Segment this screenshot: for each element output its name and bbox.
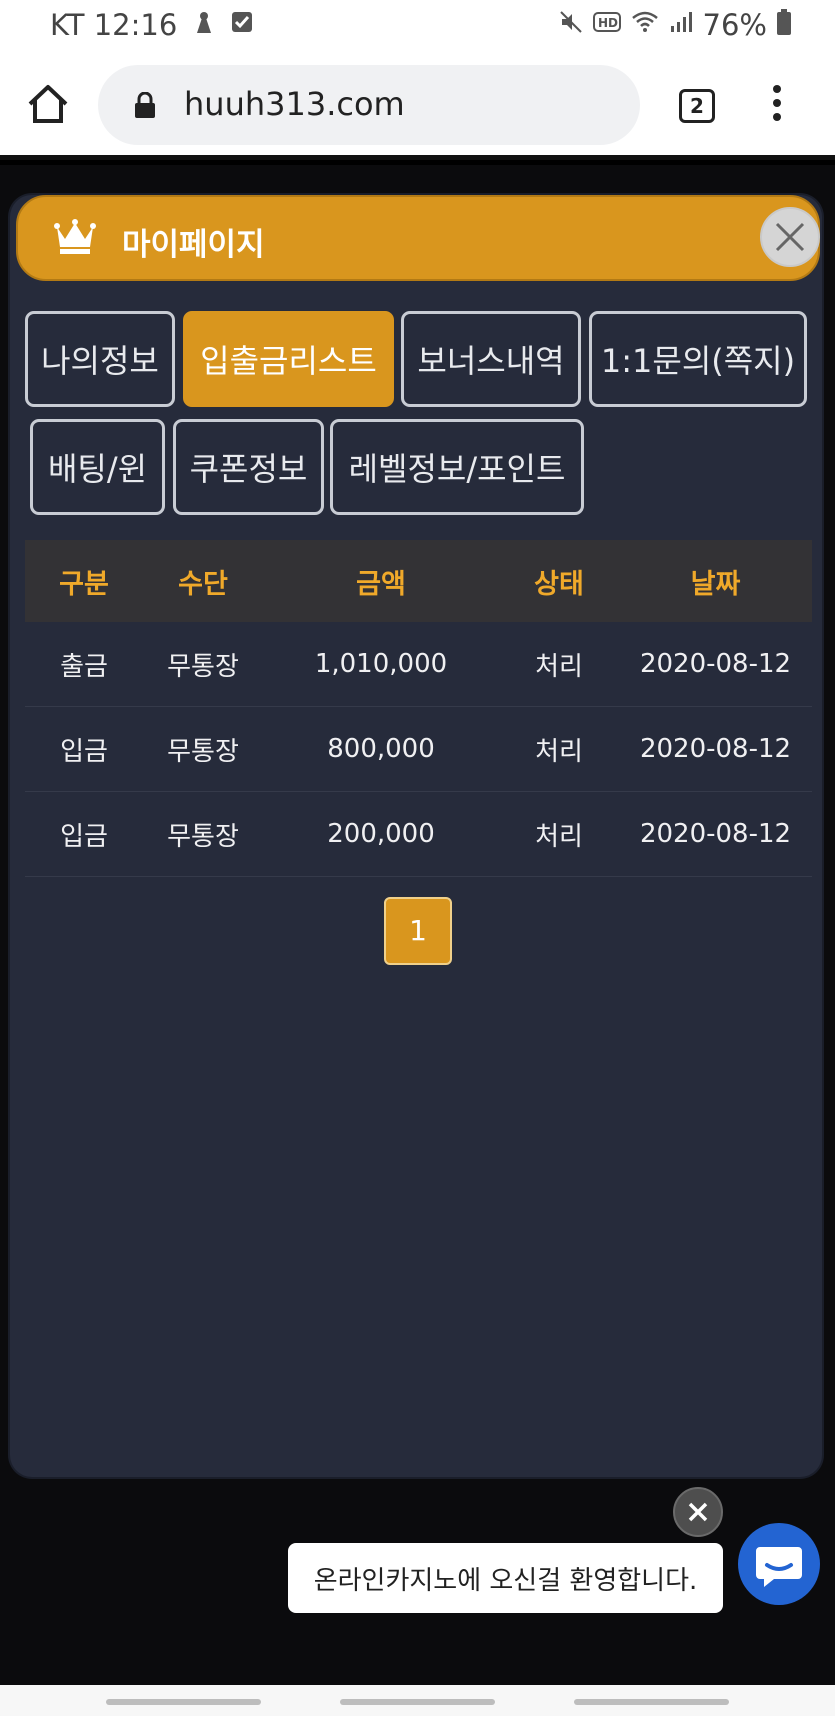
cell-method: 무통장 xyxy=(167,651,239,682)
cell-amount: 800,000 xyxy=(327,734,435,764)
crown-icon xyxy=(54,217,96,255)
table-row: 출금 무통장 1,010,000 처리 2020-08-12 xyxy=(25,622,812,707)
tab-betting-win[interactable]: 배팅/윈 xyxy=(30,419,165,515)
wifi-icon xyxy=(631,10,659,40)
nav-recents-gesture[interactable] xyxy=(574,1699,729,1705)
cell-type: 입금 xyxy=(60,821,108,852)
check-icon xyxy=(231,11,253,39)
nav-home-gesture[interactable] xyxy=(340,1699,495,1705)
mute-icon xyxy=(559,10,583,40)
page-button-current[interactable]: 1 xyxy=(384,897,452,965)
signal-icon xyxy=(669,10,693,40)
home-icon[interactable] xyxy=(26,82,74,130)
table-row: 입금 무통장 200,000 처리 2020-08-12 xyxy=(25,792,812,877)
cell-date: 2020-08-12 xyxy=(639,734,792,764)
chat-bubble-icon[interactable] xyxy=(738,1523,820,1605)
battery-icon xyxy=(777,9,791,41)
url-text: huuh313.com xyxy=(184,85,405,123)
status-bar: KT 12:16 HD 76% xyxy=(0,0,835,52)
tab-level-points[interactable]: 레벨정보/포인트 xyxy=(330,419,584,515)
svg-text:HD: HD xyxy=(598,16,618,30)
tab-coupon-info[interactable]: 쿠폰정보 xyxy=(173,419,324,515)
tab-switcher-button[interactable]: 2 xyxy=(679,89,715,123)
header-method: 수단 xyxy=(178,568,228,600)
mypage-modal: 마이페이지 나의정보 입출금리스트 보너스내역 1:1문의(쪽지) 배팅/윈 쿠… xyxy=(10,195,822,1477)
nav-back-gesture[interactable] xyxy=(106,1699,261,1705)
system-nav-bar xyxy=(0,1685,835,1716)
lock-icon xyxy=(134,91,156,118)
address-bar[interactable]: huuh313.com xyxy=(98,65,640,145)
browser-toolbar: huuh313.com 2 xyxy=(0,52,835,160)
transactions-table: 구분 수단 금액 상태 날짜 출금 무통장 1,010,000 처리 2020-… xyxy=(25,540,812,877)
cell-type: 입금 xyxy=(60,736,108,767)
battery-percent: 76% xyxy=(702,8,767,42)
header-date: 날짜 xyxy=(690,568,741,600)
cell-amount: 1,010,000 xyxy=(314,649,448,679)
cell-method: 무통장 xyxy=(167,821,239,852)
cell-method: 무통장 xyxy=(167,736,239,767)
hd-icon: HD xyxy=(592,11,621,39)
cell-status: 처리 xyxy=(535,651,583,682)
chat-welcome-message[interactable]: 온라인카지노에 오신걸 환영합니다. xyxy=(288,1543,723,1613)
chat-close-icon[interactable] xyxy=(673,1487,723,1537)
ninja-icon xyxy=(191,9,217,41)
cell-amount: 200,000 xyxy=(327,819,435,849)
cell-type: 출금 xyxy=(60,651,108,682)
tab-bonus-history[interactable]: 보너스내역 xyxy=(401,311,581,407)
modal-header: 마이페이지 xyxy=(16,195,820,281)
tab-deposit-withdraw-list[interactable]: 입출금리스트 xyxy=(183,311,394,407)
cell-date: 2020-08-12 xyxy=(639,819,792,849)
header-status: 상태 xyxy=(534,568,584,600)
table-header: 구분 수단 금액 상태 날짜 xyxy=(25,540,812,622)
header-amount: 금액 xyxy=(356,568,406,600)
close-icon[interactable] xyxy=(760,207,820,267)
carrier-time: KT 12:16 xyxy=(50,8,178,42)
table-row: 입금 무통장 800,000 처리 2020-08-12 xyxy=(25,707,812,792)
modal-title: 마이페이지 xyxy=(122,227,265,263)
tab-inquiry[interactable]: 1:1문의(쪽지) xyxy=(589,311,807,407)
overflow-menu-icon[interactable] xyxy=(770,85,784,125)
header-type: 구분 xyxy=(59,568,109,600)
cell-status: 처리 xyxy=(535,821,583,852)
cell-date: 2020-08-12 xyxy=(639,649,792,679)
tab-my-info[interactable]: 나의정보 xyxy=(25,311,175,407)
cell-status: 처리 xyxy=(535,736,583,767)
